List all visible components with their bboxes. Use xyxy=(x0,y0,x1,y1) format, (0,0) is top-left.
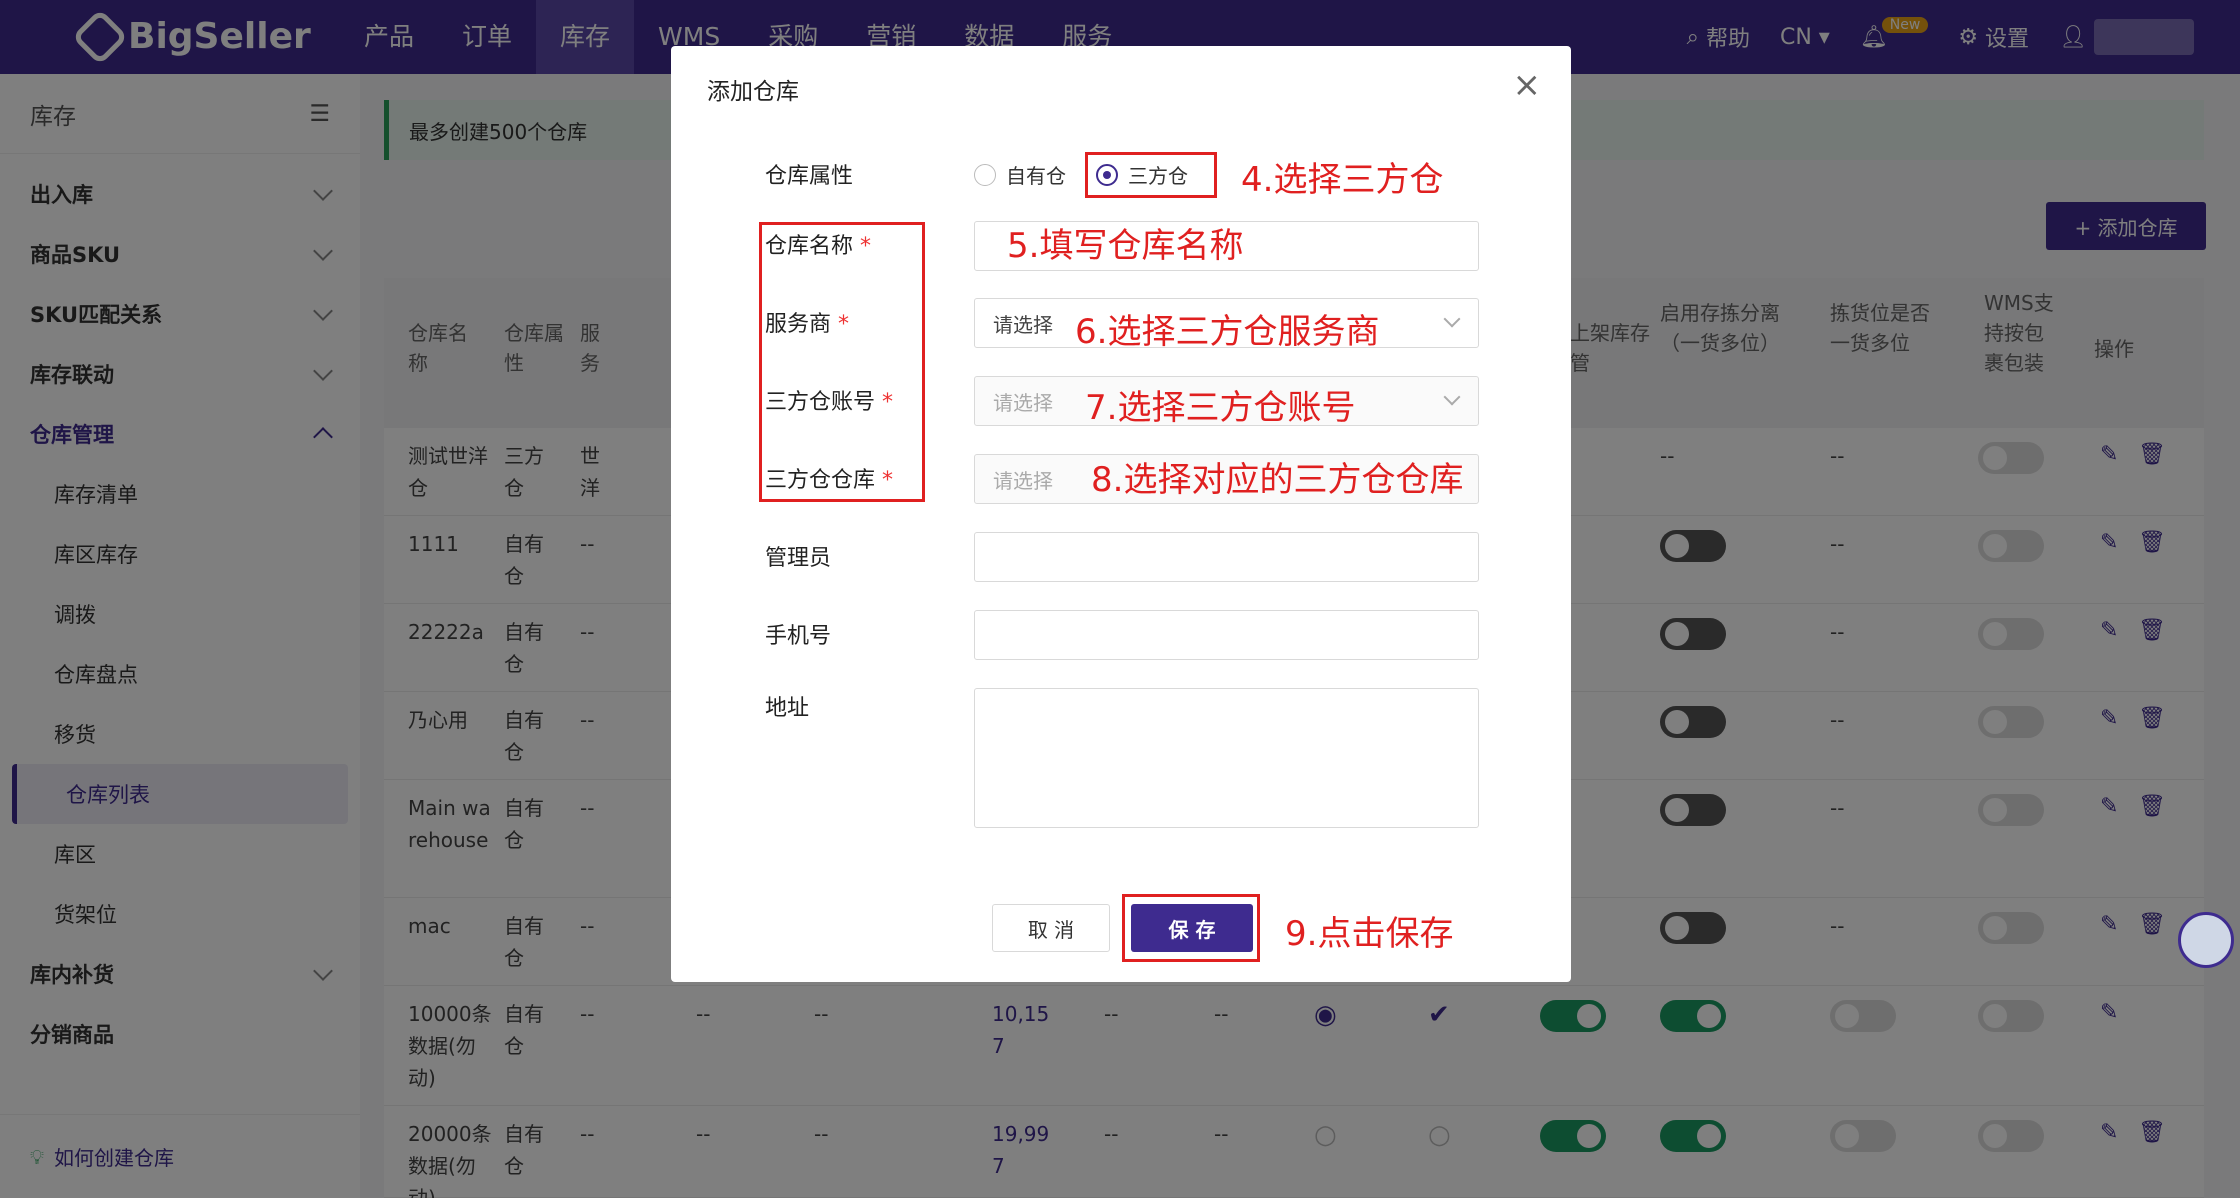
cancel-button[interactable]: 取 消 xyxy=(992,904,1110,952)
radio-own-warehouse[interactable]: 自有仓 xyxy=(974,160,1066,189)
annotation-step8: 8.选择对应的三方仓仓库 xyxy=(1091,460,1464,500)
support-avatar[interactable] xyxy=(2178,912,2234,968)
select-placeholder: 请选择 xyxy=(993,390,1053,415)
select-placeholder: 请选择 xyxy=(993,468,1053,493)
add-warehouse-dialog: 添加仓库 × 仓库属性 自有仓 三方仓 仓库名称 * 服务商 * 请选择 三方仓… xyxy=(671,46,1571,982)
radio-circle xyxy=(974,163,996,186)
highlight-box-required-fields xyxy=(759,222,925,502)
radio-label: 自有仓 xyxy=(1006,164,1066,188)
annotation-step9: 9.点击保存 xyxy=(1285,914,1454,954)
phone-input[interactable] xyxy=(974,610,1479,660)
manager-label: 管理员 xyxy=(765,546,832,571)
annotation-step7: 7.选择三方仓账号 xyxy=(1085,388,1356,428)
phone-label: 手机号 xyxy=(765,624,832,649)
dialog-title: 添加仓库 xyxy=(707,79,799,105)
manager-input[interactable] xyxy=(974,532,1479,582)
chevron-down-icon xyxy=(1443,310,1461,328)
annotation-step4: 4.选择三方仓 xyxy=(1241,160,1444,200)
highlight-box-save xyxy=(1122,894,1260,962)
address-textarea[interactable] xyxy=(974,688,1479,828)
select-placeholder: 请选择 xyxy=(993,312,1053,337)
close-icon[interactable]: × xyxy=(1513,68,1542,102)
annotation-step6: 6.选择三方仓服务商 xyxy=(1075,312,1380,352)
attr-label: 仓库属性 xyxy=(765,164,854,189)
highlight-box-third-party xyxy=(1085,152,1217,198)
address-label: 地址 xyxy=(765,696,810,721)
chevron-down-icon xyxy=(1443,388,1461,406)
annotation-step5: 5.填写仓库名称 xyxy=(1007,226,1244,266)
